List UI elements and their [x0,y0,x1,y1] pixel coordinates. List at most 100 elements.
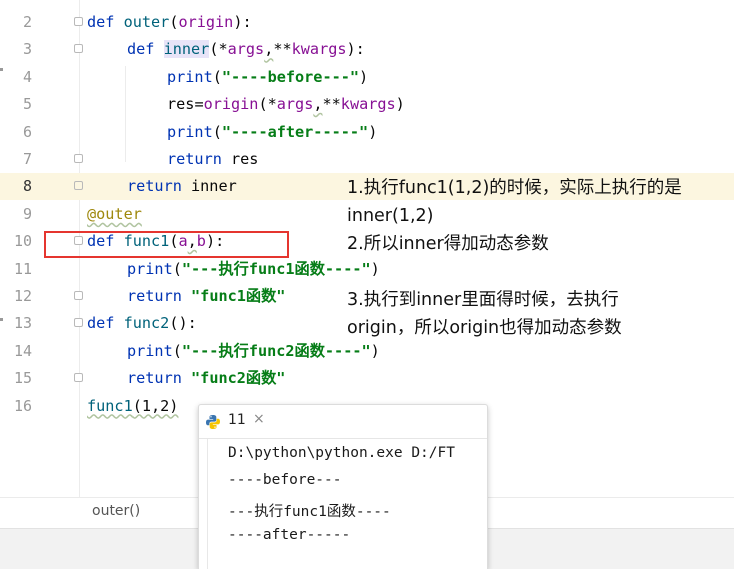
code-token: ) [359,67,369,86]
code-token: inner [163,40,210,59]
code-line[interactable]: 15 return "func2函数" [0,365,734,392]
code-text: print("---执行func1函数----") [127,256,380,283]
code-text: return "func2函数" [127,365,285,392]
code-line[interactable]: 11 print("---执行func1函数----") [0,256,734,283]
code-token: def [87,314,115,333]
code-line[interactable]: 4 print("----before---") [0,64,734,91]
fold-icon[interactable] [74,291,83,300]
code-text: def outer(origin): [87,9,252,36]
code-text: def func2(): [87,310,197,337]
code-token: res [167,95,195,114]
code-token: @outer [87,204,142,223]
code-token: func2 [123,314,170,333]
fold-icon[interactable] [74,44,83,54]
code-text: @outer [87,201,142,228]
code-token: "----before---" [221,67,360,86]
line-number: 3 [22,40,32,59]
code-token: args [227,40,265,59]
code-token: "----after-----" [221,122,369,141]
code-line[interactable]: 2 def outer(origin): [0,9,734,36]
run-tab[interactable]: 11 × [199,405,487,439]
line-number: 9 [22,204,32,223]
code-token: ( [172,259,182,278]
line-number: 7 [22,150,32,168]
code-token: print [127,341,173,360]
line-number: 10 [13,232,32,251]
run-tab-title: 11 [228,412,246,428]
code-text: func1(1,2) [87,393,178,420]
code-text: return inner [127,173,237,200]
code-line[interactable]: 3 def inner(*args,**kwargs): [0,36,734,63]
indent-guide [125,66,126,162]
code-token: origin [178,13,234,31]
divider [207,439,208,569]
code-token: def [87,13,115,31]
code-text: print("----before---") [167,64,368,91]
code-token: inner [181,177,237,196]
code-token: origin [203,95,259,114]
line-number: 14 [13,341,32,360]
highlight-box [44,231,289,258]
code-text: return res [167,146,258,173]
code-token: ): [346,40,365,59]
output-line: ----after----- [228,527,351,543]
code-text: return "func1函数" [127,283,285,310]
line-number: 16 [13,396,32,415]
code-token: ) [370,341,380,360]
code-token: ( [212,67,222,86]
code-token: "---执行func2函数----" [181,341,371,360]
fold-icon[interactable] [74,373,83,383]
line-number: 12 [13,287,32,305]
line-number: 13 [13,314,32,333]
code-token: ** [273,40,292,59]
annotation-note-1: 1.执行func1(1,2)的时候，实际上执行的是 [347,178,682,198]
code-token: print [167,67,213,86]
code-token: ) [370,259,380,278]
line-number: 11 [13,259,32,278]
code-token: = [194,95,204,114]
line-number: 8 [22,177,32,196]
code-line[interactable]: 6 print("----after-----") [0,119,734,146]
code-token: , [313,95,323,114]
code-token: args [276,95,314,114]
code-token: ) [368,122,378,141]
code-token: ( [172,341,182,360]
code-text: print("---执行func2函数----") [127,338,380,365]
fold-icon[interactable] [74,17,83,26]
code-token: func1 [87,396,133,415]
line-number: 4 [22,67,32,86]
output-line: D:\python\python.exe D:/FT [228,445,455,461]
code-token: ( [212,122,222,141]
code-token: return [127,177,182,196]
code-token: "func1函数" [191,287,286,305]
code-text: res=origin(*args,**kwargs) [167,91,405,118]
code-token: return [127,369,182,388]
close-icon[interactable]: × [253,411,265,427]
fold-icon[interactable] [74,181,83,191]
code-token: ) [395,95,405,114]
code-token: ** [322,95,341,114]
annotation-note-3: 3.执行到inner里面得时候，去执行 [347,290,619,310]
run-output-popup: 11 × D:\python\python.exe D:/FT ----befo… [198,404,488,569]
line-number: 2 [22,13,32,31]
code-line[interactable]: 7 return res [0,146,734,173]
code-token: (): [169,314,197,333]
code-token: ): [233,13,252,31]
breadcrumb[interactable]: outer() [92,503,140,519]
code-line[interactable]: 5 res=origin(*args,**kwargs) [0,91,734,118]
code-token: def [127,40,155,59]
code-text: print("----after-----") [167,119,377,146]
fold-icon[interactable] [74,154,83,163]
annotation-note-3-cont: origin，所以origin也得加动态参数 [347,318,622,338]
code-token: "func2函数" [191,369,286,388]
code-token: kwargs [291,40,347,59]
code-token: (* [258,95,277,114]
code-token: kwargs [340,95,396,114]
fold-icon[interactable] [74,318,83,328]
code-token: , [264,40,274,59]
output-line: ----before--- [228,472,342,488]
